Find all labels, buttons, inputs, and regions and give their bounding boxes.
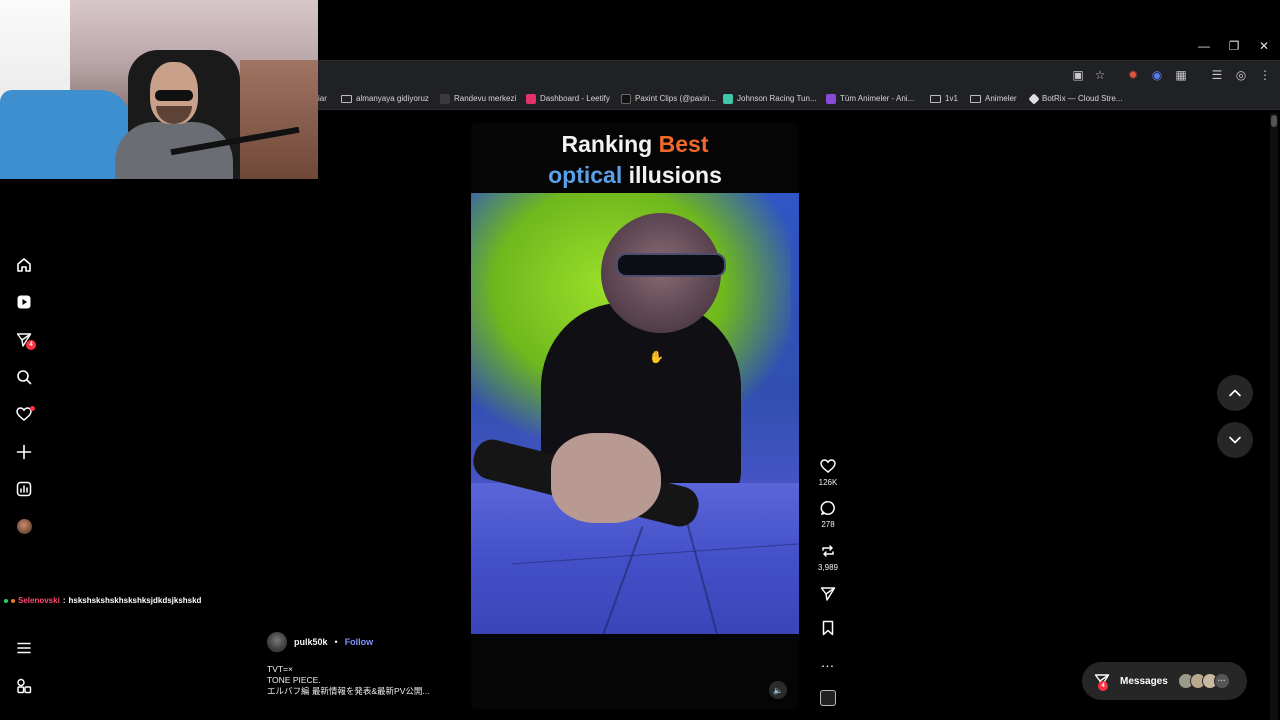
media-control-icon[interactable]: ☰ xyxy=(1209,67,1225,83)
bookmark-item[interactable]: iar xyxy=(318,92,327,106)
separator-dot: • xyxy=(334,637,338,647)
browser-menu-icon[interactable]: ⋮ xyxy=(1257,67,1273,83)
chat-text: hskshskshskhskshksjdkdsjkshskd xyxy=(68,596,202,605)
messages-widget[interactable]: 4 Messages ··· xyxy=(1082,662,1247,700)
more-dots-icon: … xyxy=(820,654,836,670)
comment-button[interactable]: 278 xyxy=(815,499,841,529)
screen: — ❐ ✕ ▣ ☆ ✹ ◉ ▦ ☰ ◎ ⋮ iar almanyaya gidi… xyxy=(0,0,1280,720)
botrix-icon xyxy=(1028,93,1040,105)
leetify-icon xyxy=(526,94,536,104)
home-icon[interactable] xyxy=(15,256,33,274)
messages-avatars: ··· xyxy=(1177,673,1230,689)
mute-toggle-icon[interactable]: 🔈 xyxy=(769,681,787,699)
bookmark-folder[interactable]: Animeler xyxy=(970,92,1017,106)
next-reel-button[interactable] xyxy=(1217,422,1253,458)
reel-player[interactable]: Ranking Best optical illusions 🔈 xyxy=(471,123,799,709)
messages-count-badge: 4 xyxy=(26,340,36,350)
site-icon xyxy=(723,94,733,104)
avatar xyxy=(16,518,32,534)
repost-count: 3,989 xyxy=(817,563,839,572)
bookmark-folder[interactable]: almanyaya gidiyoruz xyxy=(341,92,429,106)
comment-count: 278 xyxy=(821,520,835,529)
more-menu-icon[interactable] xyxy=(15,639,33,657)
minimize-icon[interactable]: — xyxy=(1196,38,1212,54)
chat-username: Selenovski xyxy=(18,596,60,605)
folder-icon xyxy=(970,95,981,103)
more-avatars-icon: ··· xyxy=(1213,673,1230,689)
reels-icon[interactable] xyxy=(15,293,33,311)
install-app-icon[interactable]: ▣ xyxy=(1070,67,1086,83)
bookmark-item[interactable]: Dashboard - Leetify xyxy=(526,92,610,106)
mouse-cursor-icon: ✋ xyxy=(649,350,664,364)
like-heart-icon xyxy=(815,457,841,475)
profile-avatar[interactable] xyxy=(15,517,33,535)
more-options-button[interactable]: … xyxy=(815,653,841,671)
chat-badge-icon xyxy=(11,598,15,603)
extension-shield-icon[interactable]: ◉ xyxy=(1149,67,1165,83)
tiktok-icon xyxy=(621,94,631,104)
chevron-down-icon xyxy=(1229,436,1241,444)
stream-chat-message: Selenovski : hskshskshskhskshksjdkdsjksh… xyxy=(4,596,201,605)
follow-button[interactable]: Follow xyxy=(345,637,374,647)
chevron-up-icon xyxy=(1229,389,1241,397)
bookmark-star-icon[interactable]: ☆ xyxy=(1092,67,1108,83)
messages-icon: 4 xyxy=(1094,673,1110,691)
restore-icon[interactable]: ❐ xyxy=(1226,38,1242,54)
folder-icon xyxy=(930,95,941,103)
reel-video-frame[interactable] xyxy=(471,193,799,634)
share-button[interactable] xyxy=(815,585,841,603)
extension-bug-icon[interactable]: ✹ xyxy=(1125,67,1141,83)
messages-label: Messages xyxy=(1120,675,1168,687)
anime-site-icon xyxy=(826,94,836,104)
bookmark-item[interactable]: BotRix — Cloud Stre... xyxy=(1028,92,1122,106)
messages-widget-badge: 4 xyxy=(1098,681,1108,691)
notification-dot xyxy=(30,406,35,411)
webcam-overlay xyxy=(0,0,318,179)
audio-track-button[interactable] xyxy=(815,689,841,707)
comment-bubble-icon xyxy=(815,499,841,517)
bookmark-item[interactable]: Tüm Animeler - Ani... xyxy=(826,92,914,106)
repost-icon xyxy=(815,542,841,560)
bookmark-save-icon xyxy=(815,619,841,637)
also-from-meta-icon[interactable] xyxy=(15,677,33,695)
dashboard-insights-icon[interactable] xyxy=(15,480,33,498)
reel-author: pulk50k • Follow xyxy=(267,632,373,652)
like-button[interactable]: 126K xyxy=(815,457,841,487)
folder-icon xyxy=(341,95,352,103)
bookmark-folder[interactable]: 1v1 xyxy=(930,92,958,106)
create-plus-icon[interactable] xyxy=(15,443,33,461)
avatar[interactable] xyxy=(267,632,287,652)
share-paper-plane-icon xyxy=(815,585,841,603)
bookmark-item[interactable]: Randevu merkezi xyxy=(440,92,516,106)
like-count: 126K xyxy=(818,478,838,487)
repost-button[interactable]: 3,989 xyxy=(815,542,841,572)
page-scrollbar[interactable] xyxy=(1270,113,1278,720)
save-button[interactable] xyxy=(815,619,841,637)
profile-icon[interactable]: ◎ xyxy=(1233,67,1249,83)
chat-separator: : xyxy=(62,596,66,605)
audio-thumbnail-icon xyxy=(820,690,836,706)
extensions-puzzle-icon[interactable]: ▦ xyxy=(1173,67,1189,83)
search-icon[interactable] xyxy=(15,368,33,386)
reel-caption[interactable]: TVT=× TONE PIECE. エルバフ編 最新情報を発表&最新PV公開..… xyxy=(267,664,429,697)
reel-title-overlay: Ranking Best optical illusions xyxy=(471,123,799,193)
site-icon xyxy=(440,94,450,104)
bookmark-item[interactable]: Johnson Racing Tun... xyxy=(723,92,817,106)
previous-reel-button[interactable] xyxy=(1217,375,1253,411)
author-username[interactable]: pulk50k xyxy=(294,637,328,647)
bookmark-item[interactable]: Paxint Clips (@paxin... xyxy=(621,92,716,106)
close-icon[interactable]: ✕ xyxy=(1256,38,1272,54)
chat-badge-icon xyxy=(4,598,8,603)
